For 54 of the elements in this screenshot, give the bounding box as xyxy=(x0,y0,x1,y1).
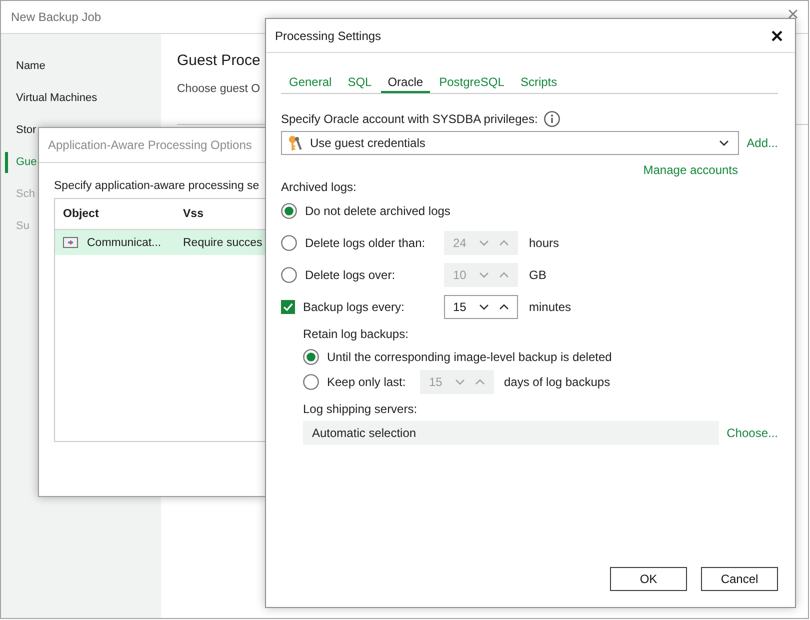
add-link[interactable]: Add... xyxy=(746,136,778,150)
number-spinner[interactable]: 15 xyxy=(444,295,518,319)
tab[interactable]: Scripts xyxy=(513,71,564,93)
page-description: Choose guest O xyxy=(177,82,260,97)
chevron-up-icon[interactable] xyxy=(499,304,509,310)
wizard-step[interactable]: Name xyxy=(5,56,46,77)
tab[interactable]: PostgreSQL xyxy=(432,71,512,93)
unit-label: days of log backups xyxy=(504,375,610,389)
radio-icon[interactable] xyxy=(281,235,297,251)
unit-label: hours xyxy=(529,236,560,250)
unit-label: minutes xyxy=(529,300,572,314)
radio-icon[interactable] xyxy=(303,374,319,390)
column-header[interactable]: Object xyxy=(55,208,175,220)
dialog-title: Application-Aware Processing Options xyxy=(48,138,252,152)
log-shipping-field[interactable]: Automatic selection xyxy=(303,421,719,445)
choose-link[interactable]: Choose... xyxy=(726,426,778,440)
window-title: New Backup Job xyxy=(11,10,102,24)
radio-option[interactable]: Until the corresponding image-level backup is deleted xyxy=(303,349,612,365)
info-icon[interactable] xyxy=(544,111,560,127)
section-label: Log shipping servers: xyxy=(303,401,418,417)
tab[interactable]: SQL xyxy=(340,71,379,93)
account-dropdown[interactable]: Use guest credentials xyxy=(281,131,739,155)
radio-option[interactable]: Keep only last: xyxy=(303,374,406,390)
monitor-icon xyxy=(63,237,78,248)
radio-option[interactable]: Do not delete archived logs xyxy=(281,203,450,219)
page-heading: Guest Proce xyxy=(177,51,260,71)
section-label: Archived logs: xyxy=(281,179,356,195)
radio-icon[interactable] xyxy=(281,267,297,283)
tab[interactable]: General xyxy=(281,71,339,93)
cancel-button[interactable]: Cancel xyxy=(701,567,778,591)
radio-option[interactable]: Delete logs over: xyxy=(281,267,396,283)
instruction-text: Specify application-aware processing se xyxy=(54,179,260,194)
radio-icon[interactable] xyxy=(303,349,319,365)
manage-accounts-link[interactable]: Manage accounts xyxy=(643,163,738,177)
close-icon[interactable] xyxy=(771,30,783,42)
table-cell: Communicat... xyxy=(87,236,162,248)
wizard-step[interactable]: Stor xyxy=(5,120,36,141)
table-cell: Require succes xyxy=(183,236,262,248)
dialog-title: Processing Settings xyxy=(275,28,382,42)
unit-label: GB xyxy=(529,268,546,282)
chevron-down-icon xyxy=(718,140,729,146)
checkbox-option[interactable]: Backup logs every: xyxy=(281,300,404,314)
field-label: Specify Oracle account with SYSDBA privileges: xyxy=(281,112,538,126)
radio-icon[interactable] xyxy=(281,203,297,219)
chevron-down-icon[interactable] xyxy=(479,304,489,310)
ok-button[interactable]: OK xyxy=(610,567,687,591)
column-header[interactable]: Vss xyxy=(175,208,204,220)
section-label: Retain log backups: xyxy=(303,326,408,342)
radio-option[interactable]: Delete logs older than: xyxy=(281,235,426,251)
wizard-step[interactable]: Virtual Machines xyxy=(5,88,98,109)
tab[interactable]: Oracle xyxy=(380,71,430,93)
key-icon xyxy=(288,135,302,151)
checkbox-icon[interactable] xyxy=(281,300,295,314)
table-row[interactable]: Communicat... Require succes xyxy=(55,230,265,255)
